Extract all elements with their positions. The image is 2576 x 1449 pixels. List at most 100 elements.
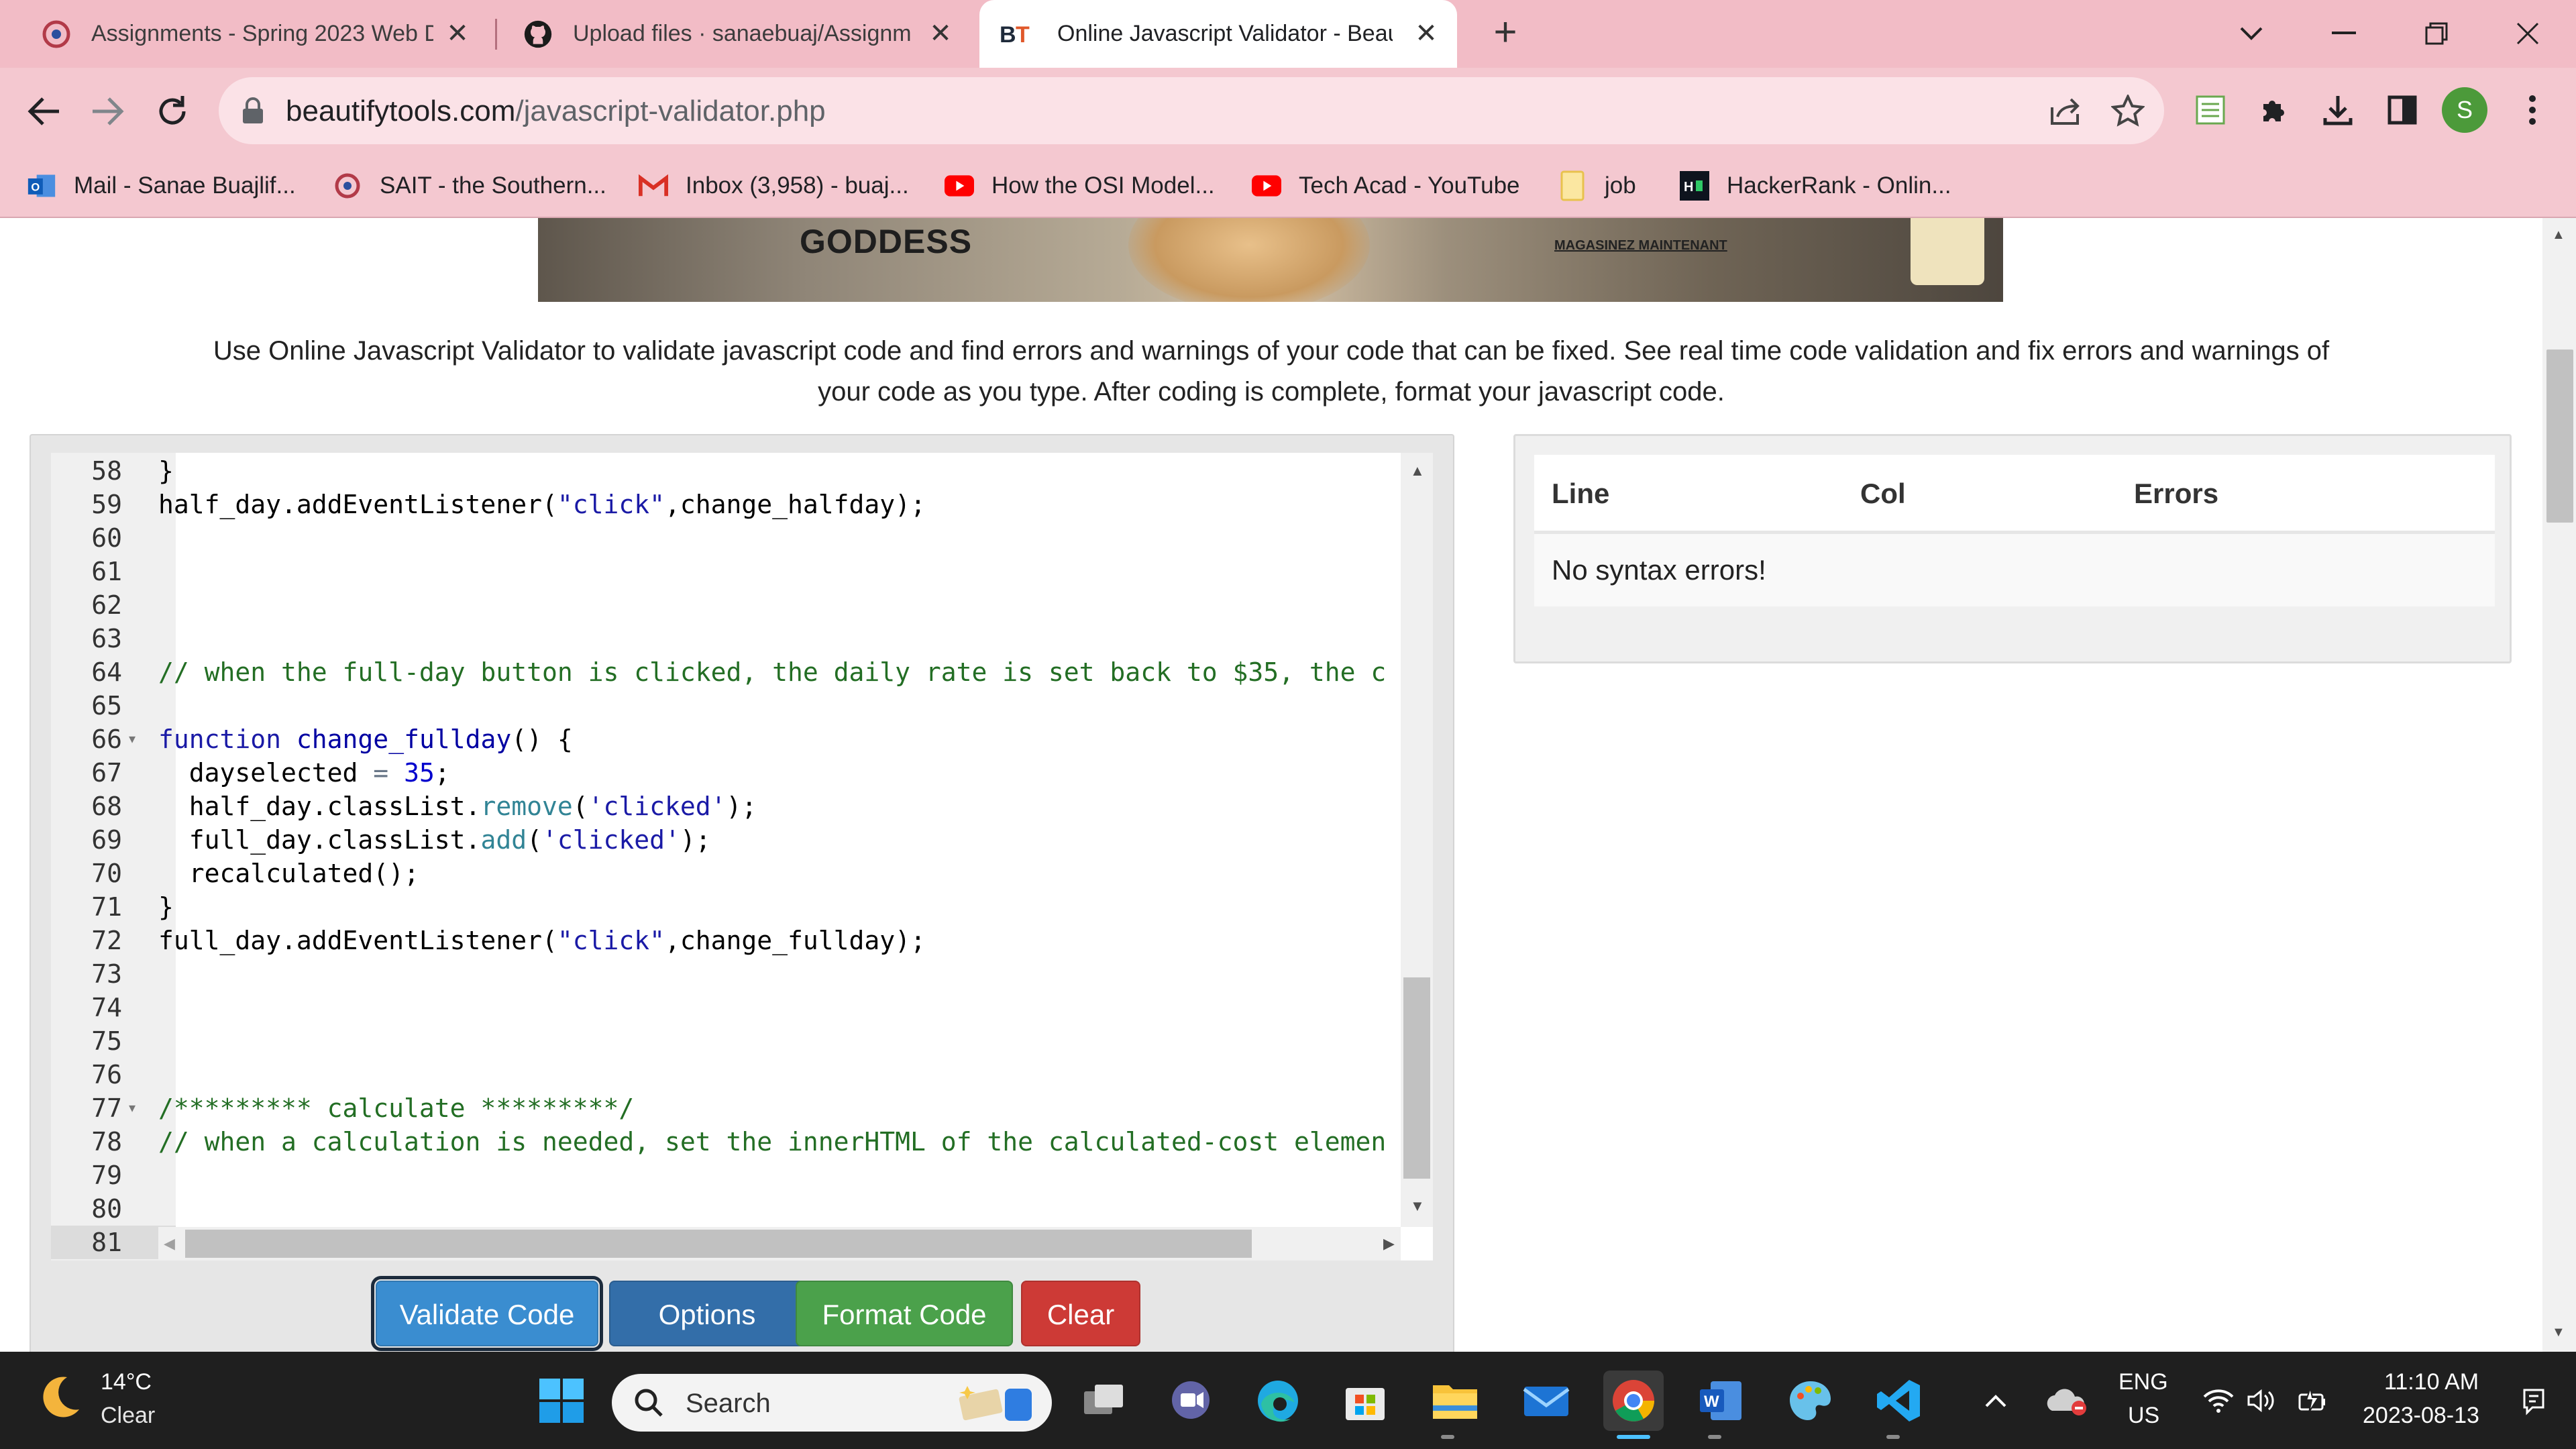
code-line[interactable]: function change_fullday() { [158,722,1418,756]
scroll-down-arrow-icon[interactable]: ▼ [1410,1197,1425,1215]
taskbar-search-box[interactable]: Search [612,1374,1052,1432]
extensions-puzzle-icon[interactable] [2251,88,2296,132]
code-editor[interactable]: 58 59 60 61 62 63 64 65 66 ▾ 67 68 69 70 71 72 73 74 75 76 7… [51,453,1433,1260]
minimize-button[interactable] [2320,9,2368,58]
bookmark-folder-job[interactable]: job [1558,168,1636,203]
edge-browser-icon[interactable] [1248,1371,1308,1431]
code-line[interactable] [158,521,1418,555]
page-scrollbar[interactable]: ▲ ▼ [2542,218,2576,1352]
bookmark-sait[interactable]: SAIT - the Southern... [333,168,606,203]
code-line[interactable] [158,957,1418,991]
bookmark-gmail[interactable]: Inbox (3,958) - buaj... [639,168,909,203]
notification-center-icon[interactable] [2510,1371,2557,1431]
back-button[interactable] [20,88,67,135]
clock-date[interactable]: 2023-08-13 [2363,1403,2479,1429]
windows-start-icon[interactable] [531,1371,592,1431]
close-icon[interactable]: ✕ [1410,17,1442,50]
new-tab-button[interactable]: + [1485,12,1525,54]
code-line[interactable] [158,622,1418,655]
editor-vertical-scrollbar[interactable]: ▲ ▼ [1401,453,1433,1227]
page-scroll-up-icon[interactable]: ▲ [2552,227,2565,243]
code-line[interactable]: // when the full-day button is clicked, … [158,655,1418,689]
url-text[interactable]: beautifytools.com/javascript-validator.p… [286,95,826,128]
close-icon[interactable]: ✕ [441,17,474,50]
tab-github-upload[interactable]: Upload files · sanaebuaj/Assignm ✕ [482,0,971,68]
lock-icon[interactable] [241,97,264,127]
code-line[interactable] [158,1024,1418,1058]
code-line[interactable]: half_day.classList.remove('clicked'); [158,790,1418,823]
code-line[interactable] [158,1192,1418,1226]
input-region[interactable]: US [2128,1403,2159,1429]
ad-cta-link[interactable]: MAGASINEZ MAINTENANT [1554,238,1727,254]
fold-toggle-icon[interactable]: ▾ [129,722,136,756]
restore-button[interactable] [2412,9,2461,58]
forward-button[interactable] [85,88,131,135]
code-line[interactable] [158,1058,1418,1091]
page-scroll-down-icon[interactable]: ▼ [2552,1325,2565,1340]
scroll-left-arrow-icon[interactable]: ◀ [164,1235,175,1252]
editor-horizontal-scrollbar[interactable]: ◀ ▶ [158,1227,1401,1260]
code-line[interactable] [158,689,1418,722]
teams-chat-icon[interactable] [1161,1371,1221,1431]
editor-vertical-scroll-thumb[interactable] [1403,977,1430,1179]
code-line[interactable]: full_day.addEventListener("click",change… [158,924,1418,957]
advertisement-banner[interactable]: GODDESS MAGASINEZ MAINTENANT [538,218,2003,302]
chrome-icon[interactable] [1603,1371,1664,1431]
page-scroll-thumb[interactable] [2546,350,2573,523]
code-line[interactable] [158,555,1418,588]
options-button[interactable]: Options [609,1281,805,1346]
side-panel-icon[interactable] [2380,88,2424,132]
extension-sheet-icon[interactable] [2188,88,2233,132]
bookmark-star-icon[interactable] [2109,92,2147,129]
input-language[interactable]: ENG [2118,1369,2168,1395]
tab-assignments[interactable]: Assignments - Spring 2023 Web D ✕ [0,0,488,68]
code-line[interactable]: recalculated(); [158,857,1418,890]
reload-button[interactable] [149,88,196,135]
battery-charging-icon[interactable] [2288,1371,2337,1431]
word-icon[interactable]: W [1690,1371,1751,1431]
scroll-up-arrow-icon[interactable]: ▲ [1410,462,1425,480]
volume-icon[interactable] [2238,1371,2288,1431]
code-line[interactable]: half_day.addEventListener("click",change… [158,488,1418,521]
code-line[interactable]: } [158,454,1418,488]
code-line[interactable] [158,991,1418,1024]
moon-weather-icon[interactable] [32,1371,93,1431]
weather-condition[interactable]: Clear [101,1403,155,1429]
code-line[interactable] [158,588,1418,622]
tab-search-chevron-icon[interactable] [2227,9,2275,58]
vscode-icon[interactable] [1869,1371,1929,1431]
bookmark-mail[interactable]: O Mail - Sanae Buajlif... [27,168,296,203]
bookmark-hackerrank[interactable]: H HackerRank - Onlin... [1680,168,1951,203]
clear-button[interactable]: Clear [1021,1281,1140,1346]
profile-avatar[interactable]: S [2442,87,2487,133]
download-icon[interactable] [2316,88,2360,132]
format-code-button[interactable]: Format Code [796,1281,1013,1346]
mail-app-icon[interactable] [1516,1371,1576,1431]
code-line[interactable]: // when a calculation is needed, set the… [158,1125,1418,1159]
task-view-icon[interactable] [1073,1371,1134,1431]
bookmark-tech-acad[interactable]: Tech Acad - YouTube [1252,168,1520,203]
bookmark-osi-youtube[interactable]: How the OSI Model... [945,168,1215,203]
fold-toggle-icon[interactable]: ▾ [129,1091,136,1125]
address-bar[interactable]: beautifytools.com/javascript-validator.p… [219,77,2164,144]
code-line[interactable]: } [158,890,1418,924]
show-hidden-icons-chevron-icon[interactable] [1972,1371,2019,1431]
code-line[interactable]: dayselected = 35; [158,756,1418,790]
wifi-icon[interactable] [2194,1371,2243,1431]
file-explorer-icon[interactable] [1425,1371,1485,1431]
close-window-button[interactable] [2504,9,2552,58]
code-line[interactable]: full_day.classList.add('clicked'); [158,823,1418,857]
clock-time[interactable]: 11:10 AM [2384,1369,2479,1395]
microsoft-store-icon[interactable] [1335,1371,1395,1431]
menu-kebab-icon[interactable] [2510,88,2555,132]
scroll-right-arrow-icon[interactable]: ▶ [1383,1235,1395,1252]
tab-js-validator[interactable]: BT Online Javascript Validator - Beau ✕ [979,0,1457,68]
code-line[interactable]: /********* calculate *********/ [158,1091,1418,1125]
code-line[interactable] [158,1159,1418,1192]
onedrive-icon[interactable] [2039,1371,2093,1431]
share-icon[interactable] [2046,92,2084,129]
close-icon[interactable]: ✕ [924,17,957,50]
editor-horizontal-scroll-thumb[interactable] [185,1230,1252,1258]
paint-icon[interactable] [1780,1371,1841,1431]
weather-temperature[interactable]: 14°C [101,1369,152,1395]
